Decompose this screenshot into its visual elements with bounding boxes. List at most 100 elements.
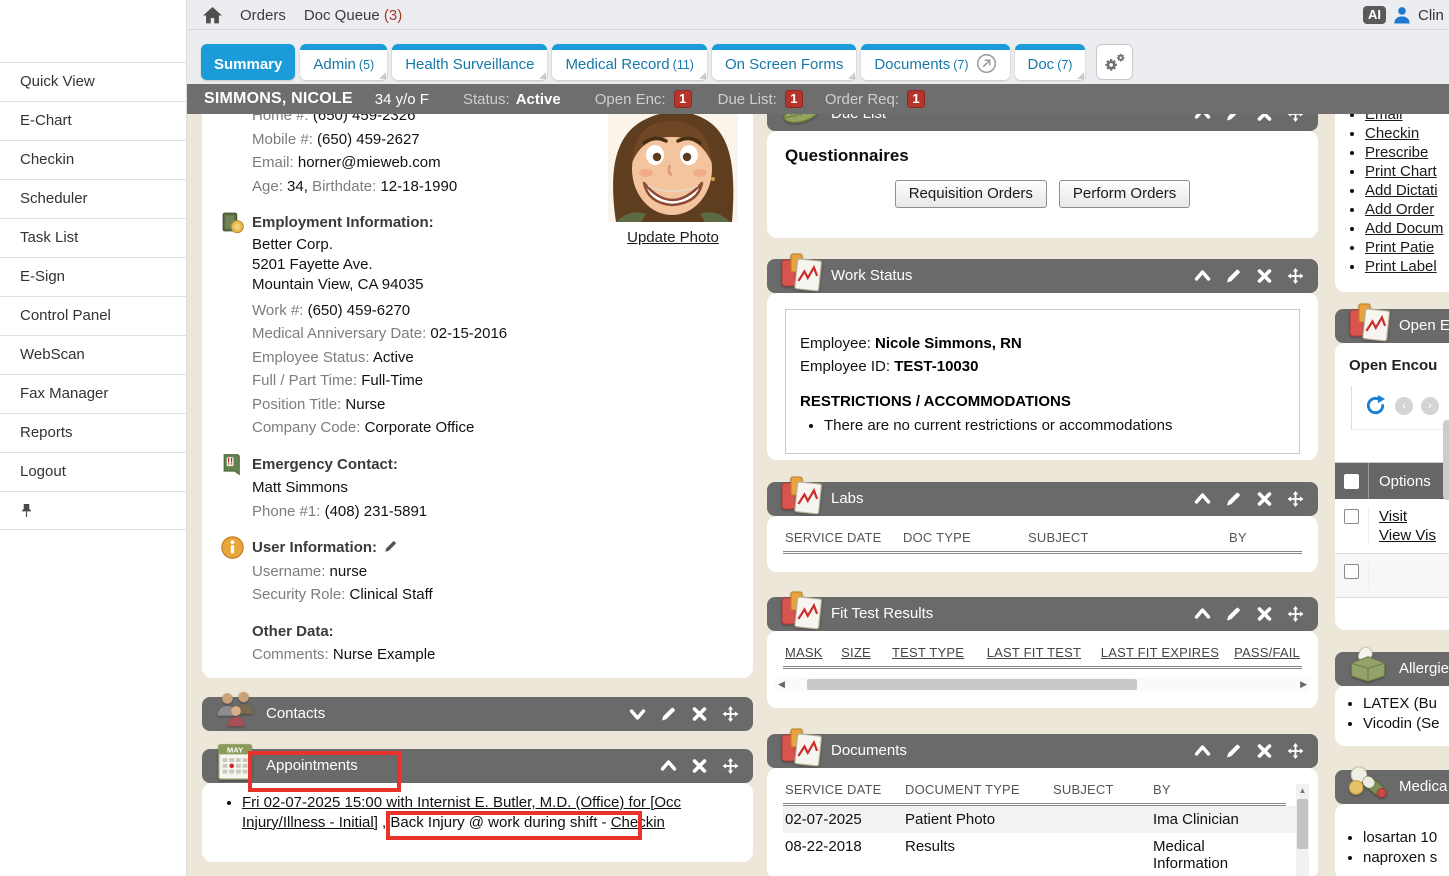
sidebar-item-scheduler[interactable]: Scheduler [0,179,186,218]
employer-street: 5201 Fayette Ave. [252,255,618,275]
ai-badge[interactable]: AI [1363,6,1386,24]
link-add-dictation[interactable]: Add Dictati [1365,182,1438,199]
sidebar-item-fax-manager[interactable]: Fax Manager [0,374,186,413]
sidebar-item-task-list[interactable]: Task List [0,218,186,257]
sidebar-item-quick-view[interactable]: Quick View [0,62,186,101]
sidebar-item-e-chart[interactable]: E-Chart [0,101,186,140]
sidebar-item-checkin[interactable]: Checkin [0,140,186,179]
tab-documents[interactable]: Documents(7) [861,44,1009,80]
edit-pencil-icon[interactable] [1225,606,1242,622]
view-visit-link[interactable]: View Vis [1379,527,1436,544]
close-x-icon[interactable] [1256,743,1273,759]
collapse-chevron-up-icon[interactable] [1194,491,1211,507]
documents-panel-header[interactable]: Documents [767,734,1318,768]
collapse-chevron-up-icon[interactable] [1194,606,1211,622]
select-all-checkbox[interactable] [1344,474,1359,489]
tab-medical-record[interactable]: Medical Record(11) [552,44,707,80]
close-x-icon[interactable] [1256,606,1273,622]
open-encounters-panel-header[interactable]: Open E [1335,309,1449,343]
link-print-chart[interactable]: Print Chart [1365,163,1437,180]
allergies-panel-body: LATEX (Bu Vicodin (Se [1335,686,1449,746]
tab-summary[interactable]: Summary [201,44,295,80]
popout-circle-arrow-icon[interactable] [976,53,997,74]
tab-doc[interactable]: Doc(7) [1015,44,1086,80]
labs-panel-header[interactable]: Labs [767,482,1318,516]
sidebar-item-control-panel[interactable]: Control Panel [0,296,186,335]
tab-admin[interactable]: Admin(5) [300,44,387,80]
move-handle-icon[interactable] [1287,491,1304,507]
fit-col-size[interactable]: SIZE [841,645,892,660]
tab-health-surveillance[interactable]: Health Surveillance [392,44,547,80]
link-add-document[interactable]: Add Docum [1365,220,1443,237]
fit-col-mask[interactable]: MASK [785,645,841,660]
tab-settings-button[interactable] [1096,44,1133,80]
contacts-panel-header[interactable]: Contacts [202,697,753,731]
prev-chevron-icon[interactable]: ‹ [1395,397,1413,415]
sidebar-item-logout[interactable]: Logout [0,452,186,491]
work-status-panel-header[interactable]: Work Status [767,259,1318,293]
move-handle-icon[interactable] [1287,606,1304,622]
link-print-label[interactable]: Print Label [1365,258,1437,275]
close-x-icon[interactable] [1256,491,1273,507]
refresh-icon[interactable] [1364,394,1387,417]
requisition-orders-button[interactable]: Requisition Orders [895,180,1047,208]
breadcrumb-doc-queue[interactable]: Doc Queue (3) [304,7,402,24]
row-checkbox[interactable] [1344,509,1359,524]
breadcrumb-orders[interactable]: Orders [240,7,286,24]
collapse-chevron-up-icon[interactable] [660,758,677,774]
medications-panel-header[interactable]: Medica [1335,770,1449,804]
link-print-patient[interactable]: Print Patie [1365,239,1434,256]
horizontal-scrollbar[interactable]: ◀ ▶ [775,677,1310,692]
home-icon[interactable] [203,7,222,24]
panel-scroll-thumb[interactable] [1443,420,1449,500]
user-person-icon[interactable] [1393,6,1411,24]
scroll-right-arrow-icon[interactable]: ▶ [1300,679,1307,690]
sidebar-item-reports[interactable]: Reports [0,413,186,452]
user-label[interactable]: Clin [1418,7,1444,24]
next-chevron-icon[interactable]: › [1421,397,1439,415]
doc-by: MedicalInformation [1153,838,1265,872]
edit-pencil-icon[interactable] [384,539,398,553]
document-table-row[interactable]: 08-22-2018 Results MedicalInformation [783,833,1302,876]
fit-test-panel-header[interactable]: Fit Test Results [767,597,1318,631]
move-handle-icon[interactable] [722,758,739,774]
sidebar-pin-toggle[interactable] [0,491,186,530]
move-handle-icon[interactable] [1287,268,1304,284]
update-photo-link[interactable]: Update Photo [627,229,719,246]
tab-on-screen-forms[interactable]: On Screen Forms [712,44,856,80]
close-x-icon[interactable] [1256,268,1273,284]
fit-col-last-fit-expires[interactable]: LAST FIT EXPIRES [1101,645,1234,660]
move-handle-icon[interactable] [1287,743,1304,759]
horizontal-scroll-thumb[interactable] [807,679,1137,690]
labs-col-service-date: SERVICE DATE [785,530,903,545]
vertical-scrollbar[interactable]: ▲ [1296,784,1309,876]
close-x-icon[interactable] [691,706,708,722]
move-handle-icon[interactable] [722,706,739,722]
document-table-row[interactable]: 02-07-2025 Patient Photo Ima Clinician [783,806,1302,833]
fit-col-pass-fail[interactable]: PASS/FAIL [1234,645,1300,660]
sidebar-item-webscan[interactable]: WebScan [0,335,186,374]
fit-col-last-fit-test[interactable]: LAST FIT TEST [987,645,1101,660]
link-checkin[interactable]: Checkin [1365,125,1419,142]
restrictions-heading: RESTRICTIONS / ACCOMMODATIONS [800,393,1285,410]
close-x-icon[interactable] [691,758,708,774]
collapse-chevron-up-icon[interactable] [1194,268,1211,284]
vertical-scroll-thumb[interactable] [1297,799,1308,849]
fit-col-test-type[interactable]: TEST TYPE [892,645,987,660]
link-add-order[interactable]: Add Order [1365,201,1434,218]
edit-pencil-icon[interactable] [1225,491,1242,507]
scroll-up-arrow-icon[interactable]: ▲ [1296,784,1309,797]
row-checkbox[interactable] [1344,564,1359,579]
scroll-left-arrow-icon[interactable]: ◀ [778,679,785,690]
collapse-chevron-up-icon[interactable] [1194,743,1211,759]
edit-pencil-icon[interactable] [1225,268,1242,284]
edit-pencil-icon[interactable] [1225,743,1242,759]
perform-orders-button[interactable]: Perform Orders [1059,180,1190,208]
fit-test-panel-title: Fit Test Results [831,597,933,631]
visit-link[interactable]: Visit [1379,508,1407,525]
sidebar-item-e-sign[interactable]: E-Sign [0,257,186,296]
link-prescribe[interactable]: Prescribe [1365,144,1428,161]
allergies-panel-header[interactable]: Allergie [1335,652,1449,686]
edit-pencil-icon[interactable] [660,706,677,722]
expand-chevron-down-icon[interactable] [629,706,646,722]
